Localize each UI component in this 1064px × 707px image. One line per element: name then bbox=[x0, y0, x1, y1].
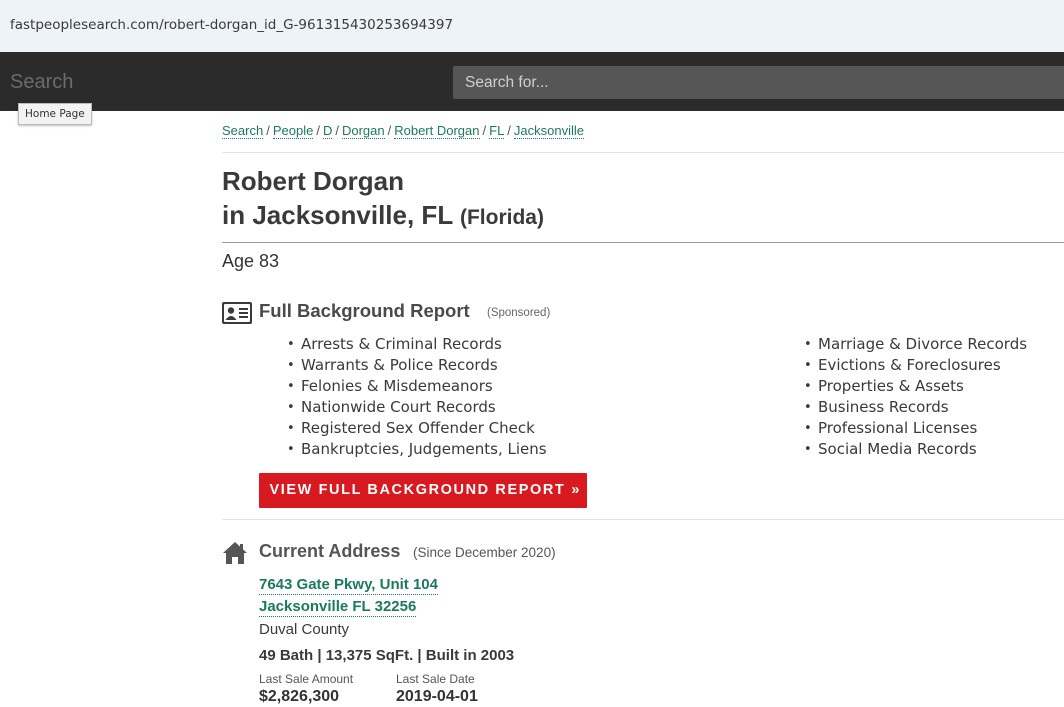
list-item: Evictions & Foreclosures bbox=[804, 355, 1027, 376]
person-age: Age 83 bbox=[222, 251, 280, 271]
view-full-background-report-button[interactable]: VIEW FULL BACKGROUND REPORT » bbox=[259, 473, 587, 508]
breadcrumb-surname[interactable]: Dorgan bbox=[341, 123, 385, 139]
address-since: (Since December 2020) bbox=[413, 545, 556, 560]
home-link[interactable]: Search bbox=[10, 71, 73, 94]
double-chevron-right-icon: » bbox=[571, 482, 579, 498]
last-sale-amount-label: Last Sale Amount bbox=[259, 672, 354, 686]
home-icon bbox=[223, 542, 247, 564]
search-placeholder: Search for... bbox=[465, 74, 549, 91]
current-address-title: Current Address bbox=[259, 541, 401, 561]
list-item: Marriage & Divorce Records bbox=[804, 334, 1027, 355]
home-page-tooltip: Home Page bbox=[18, 103, 92, 125]
browser-url-bar[interactable]: fastpeoplesearch.com/robert-dorgan_id_G-… bbox=[0, 0, 1064, 52]
breadcrumb-people[interactable]: People bbox=[272, 123, 314, 139]
address-line-2-link[interactable]: Jacksonville FL 32256 bbox=[259, 598, 417, 617]
background-report-title: Full Background Report bbox=[259, 300, 470, 321]
divider bbox=[222, 242, 1064, 243]
address-county: Duval County bbox=[259, 621, 350, 638]
property-facts: 49 Bath | 13,375 SqFt. | Built in 2003 bbox=[259, 647, 515, 664]
breadcrumb-letter[interactable]: D bbox=[322, 123, 333, 139]
divider bbox=[222, 519, 1064, 520]
breadcrumb: Search / People / D / Dorgan / Robert Dorgan / FL /… bbox=[222, 123, 585, 139]
url-text[interactable]: fastpeoplesearch.com/robert-dorgan_id_G-… bbox=[10, 17, 453, 33]
list-item: Felonies & Misdemeanors bbox=[287, 376, 547, 397]
background-list-right: Marriage & Divorce Records Evictions & F… bbox=[804, 334, 1027, 460]
background-list-left: Arrests & Criminal Records Warrants & Po… bbox=[287, 334, 547, 460]
address-line-1-link[interactable]: 7643 Gate Pkwy, Unit 104 bbox=[259, 576, 438, 595]
list-item: Registered Sex Offender Check bbox=[287, 418, 547, 439]
last-sale-date: 2019-04-01 bbox=[396, 688, 478, 705]
id-card-icon bbox=[222, 302, 252, 324]
person-name: Robert Dorgan bbox=[222, 166, 404, 196]
location-city: in Jacksonville, FL bbox=[222, 200, 453, 230]
breadcrumb-search[interactable]: Search bbox=[222, 123, 264, 139]
breadcrumb-state[interactable]: FL bbox=[489, 123, 505, 139]
list-item: Properties & Assets bbox=[804, 376, 1027, 397]
cta-label: VIEW FULL BACKGROUND REPORT bbox=[269, 482, 566, 498]
last-sale-amount: $2,826,300 bbox=[259, 688, 340, 705]
list-item: Warrants & Police Records bbox=[287, 355, 547, 376]
list-item: Bankruptcies, Judgements, Liens bbox=[287, 439, 547, 460]
top-navigation: Search Search for... bbox=[0, 52, 1064, 111]
location-state-full: (Florida) bbox=[459, 206, 544, 229]
person-location: in Jacksonville, FL (Florida) bbox=[222, 199, 544, 234]
breadcrumb-fullname[interactable]: Robert Dorgan bbox=[394, 123, 480, 139]
list-item: Nationwide Court Records bbox=[287, 397, 547, 418]
sponsored-label: (Sponsored) bbox=[487, 307, 551, 319]
search-input[interactable]: Search for... bbox=[453, 66, 1064, 99]
list-item: Business Records bbox=[804, 397, 1027, 418]
divider bbox=[222, 152, 1064, 153]
list-item: Professional Licenses bbox=[804, 418, 1027, 439]
list-item: Social Media Records bbox=[804, 439, 1027, 460]
list-item: Arrests & Criminal Records bbox=[287, 334, 547, 355]
breadcrumb-city[interactable]: Jacksonville bbox=[513, 123, 585, 139]
last-sale-date-label: Last Sale Date bbox=[396, 672, 475, 686]
